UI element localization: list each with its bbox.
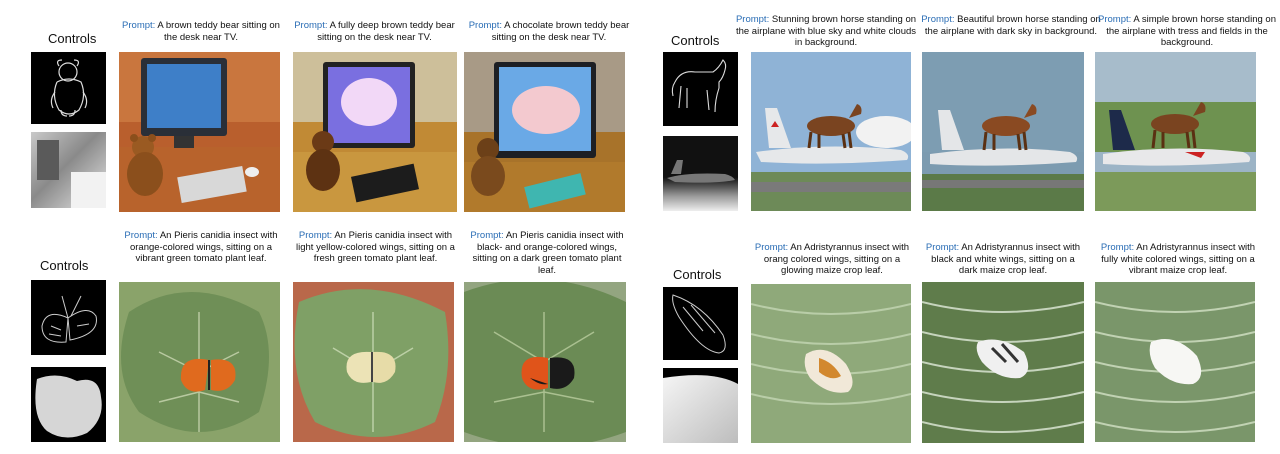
- prompt-caption: Prompt: An Adristyrannus insect with bla…: [922, 242, 1084, 277]
- sketch-control-image: [31, 280, 106, 355]
- prompt-keyword: Prompt:: [470, 230, 504, 241]
- controls-label: Controls: [48, 31, 97, 46]
- prompt-keyword: Prompt:: [925, 242, 960, 253]
- prompt-keyword: Prompt:: [921, 14, 955, 25]
- prompt-caption: Prompt: Stunning brown horse standing on…: [733, 14, 919, 49]
- prompt-text: A simple brown horse standing on the air…: [1106, 14, 1276, 48]
- prompt-keyword: Prompt:: [294, 20, 328, 31]
- generated-image-horse-2: [922, 52, 1084, 211]
- generated-image-teddy-3: [464, 52, 625, 212]
- prompt-keyword: Prompt:: [754, 242, 789, 253]
- generated-image-teddy-2: [293, 52, 457, 212]
- depth-control-image: [31, 367, 106, 442]
- prompt-caption: Prompt: An Pieris canidia insect with bl…: [466, 230, 628, 276]
- sketch-control-image: [663, 52, 738, 126]
- prompt-caption: Prompt: Beautiful brown horse standing o…: [918, 14, 1104, 37]
- prompt-caption: Prompt: A brown teddy bear sitting on th…: [122, 20, 280, 43]
- prompt-keyword: Prompt:: [124, 230, 158, 241]
- prompt-caption: Prompt: An Pieris canidia insect with or…: [122, 230, 280, 265]
- prompt-keyword: Prompt:: [122, 20, 156, 31]
- generated-image-horse-1: [751, 52, 911, 211]
- prompt-keyword: Prompt:: [1100, 242, 1135, 253]
- sketch-control-image: [31, 52, 106, 124]
- controls-label: Controls: [40, 258, 89, 273]
- prompt-text: A brown teddy bear sitting on the desk n…: [157, 20, 280, 43]
- prompt-keyword: Prompt:: [298, 230, 333, 241]
- prompt-caption: Prompt: A fully deep brown teddy bear si…: [292, 20, 457, 43]
- generated-image-butterfly-3: [464, 282, 626, 442]
- depth-control-image: [663, 368, 738, 443]
- generated-image-insect-2: [922, 282, 1084, 443]
- prompt-caption: Prompt: An Adristyrannus insect with ful…: [1094, 242, 1262, 277]
- generated-image-teddy-1: [119, 52, 280, 212]
- prompt-caption: Prompt: A simple brown horse standing on…: [1096, 14, 1278, 49]
- controls-label: Controls: [671, 33, 720, 48]
- prompt-keyword: Prompt:: [468, 20, 502, 31]
- generated-image-insect-3: [1095, 282, 1255, 442]
- generated-image-butterfly-1: [119, 282, 280, 442]
- generated-image-insect-1: [751, 284, 911, 443]
- sketch-control-image: [663, 287, 738, 360]
- depth-control-image: [31, 132, 106, 208]
- prompt-text: A fully deep brown teddy bear sitting on…: [317, 20, 455, 43]
- prompt-caption: Prompt: An Adristyrannus insect with ora…: [752, 242, 912, 277]
- prompt-caption: Prompt: A chocolate brown teddy bear sit…: [466, 20, 632, 43]
- prompt-text: A chocolate brown teddy bear sitting on …: [491, 20, 630, 43]
- prompt-keyword: Prompt:: [1098, 14, 1132, 25]
- prompt-keyword: Prompt:: [735, 14, 770, 25]
- prompt-caption: Prompt: An Pieris canidia insect with li…: [294, 230, 457, 265]
- generated-image-butterfly-2: [293, 282, 454, 442]
- controls-label: Controls: [673, 267, 722, 282]
- generated-image-horse-3: [1095, 52, 1256, 211]
- depth-control-image: [663, 136, 738, 211]
